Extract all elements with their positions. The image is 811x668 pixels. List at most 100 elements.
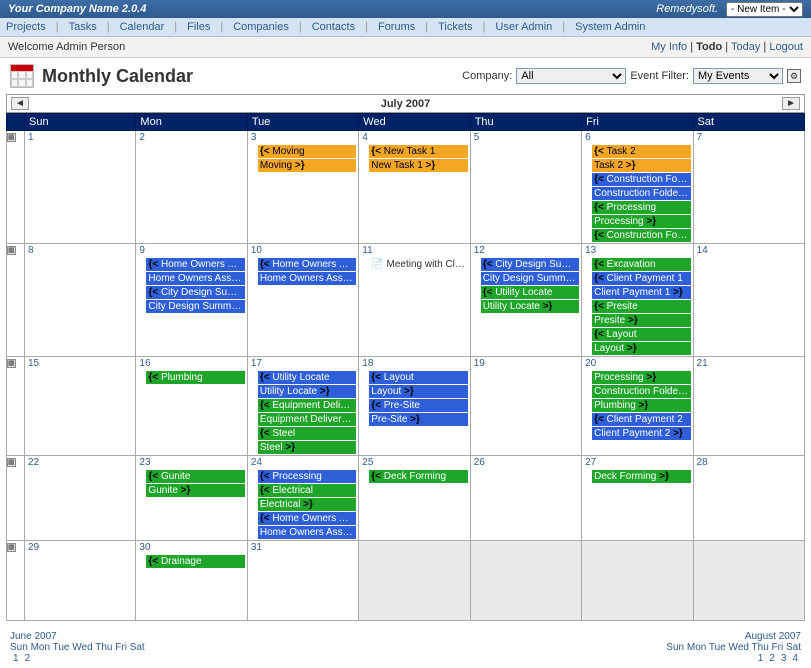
event-item[interactable]: Construction Folder xyxy=(592,385,690,398)
event-item[interactable]: Home Owners Associat... xyxy=(146,272,244,285)
event-item[interactable]: Utility Locate xyxy=(481,300,579,313)
event-item[interactable]: Excavation xyxy=(592,258,690,271)
day-cell[interactable]: 1 xyxy=(25,131,136,244)
link-myinfo[interactable]: My Info xyxy=(651,41,687,53)
day-cell[interactable]: 20ProcessingConstruction FolderPlumbingC… xyxy=(582,357,693,456)
day-cell[interactable]: 6Task 2Task 2Construction FolderConstruc… xyxy=(582,131,693,244)
event-item[interactable]: Processing xyxy=(592,371,690,384)
next-month-button[interactable]: ► xyxy=(782,97,800,110)
day-cell[interactable]: 28 xyxy=(693,456,804,541)
day-number[interactable]: 19 xyxy=(471,357,581,370)
event-item[interactable]: Layout xyxy=(369,371,467,384)
day-number[interactable]: 14 xyxy=(694,244,804,257)
day-number[interactable]: 8 xyxy=(25,244,135,257)
day-number[interactable]: 17 xyxy=(248,357,358,370)
event-item[interactable]: Client Payment 1 xyxy=(592,272,690,285)
day-number[interactable]: 25 xyxy=(359,456,469,469)
mini-prev[interactable]: June 2007 Sun Mon Tue Wed Thu Fri Sat 12 xyxy=(10,631,145,664)
event-item[interactable]: Client Payment 2 xyxy=(592,427,690,440)
event-item[interactable]: City Design Summitta... xyxy=(146,300,244,313)
week-handle-icon[interactable]: ▦ xyxy=(7,458,16,467)
menu-user-admin[interactable]: User Admin xyxy=(495,21,552,33)
menu-forums[interactable]: Forums xyxy=(378,21,415,33)
day-cell[interactable]: 5 xyxy=(470,131,581,244)
day-number[interactable]: 9 xyxy=(136,244,246,257)
day-number[interactable]: 13 xyxy=(582,244,692,257)
week-handle-icon[interactable]: ▦ xyxy=(7,133,16,142)
event-item[interactable]: Construction Folder xyxy=(592,187,690,200)
event-item[interactable]: Construction Folder xyxy=(592,173,690,186)
mini-day[interactable]: 1 xyxy=(13,653,19,664)
week-handle-icon[interactable]: ▦ xyxy=(7,359,16,368)
gear-icon[interactable]: ⚙ xyxy=(787,69,801,83)
menu-contacts[interactable]: Contacts xyxy=(312,21,355,33)
day-cell[interactable] xyxy=(582,541,693,621)
event-item[interactable]: Deck Forming xyxy=(369,470,467,483)
day-cell[interactable]: 21 xyxy=(693,357,804,456)
event-item[interactable]: Steel xyxy=(258,441,356,454)
day-number[interactable]: 7 xyxy=(694,131,804,144)
day-cell[interactable]: 9Home Owners Associati...Home Owners Ass… xyxy=(136,244,247,357)
event-item[interactable]: Utility Locate xyxy=(258,385,356,398)
day-number[interactable]: 2 xyxy=(136,131,246,144)
menu-system-admin[interactable]: System Admin xyxy=(575,21,645,33)
week-handle-icon[interactable]: ▦ xyxy=(7,246,16,255)
event-item[interactable]: 📄 Meeting with Client xyxy=(369,258,467,271)
day-cell[interactable]: 30Drainage xyxy=(136,541,247,621)
event-item[interactable]: Drainage xyxy=(146,555,244,568)
mini-day[interactable]: 3 xyxy=(781,653,787,664)
prev-month-button[interactable]: ◄ xyxy=(11,97,29,110)
day-number[interactable]: 15 xyxy=(25,357,135,370)
day-cell[interactable]: 19 xyxy=(470,357,581,456)
event-item[interactable]: Utility Locate xyxy=(258,371,356,384)
link-todo[interactable]: Todo xyxy=(696,41,722,53)
event-item[interactable]: Construction Folder xyxy=(592,229,690,242)
day-number[interactable]: 6 xyxy=(582,131,692,144)
day-cell[interactable]: 3MovingMoving xyxy=(247,131,358,244)
day-number[interactable]: 24 xyxy=(248,456,358,469)
event-item[interactable]: Equipment Delivery xyxy=(258,413,356,426)
event-item[interactable]: City Design Summitta... xyxy=(481,258,579,271)
mini-day[interactable]: 2 xyxy=(769,653,775,664)
event-item[interactable]: Layout xyxy=(592,342,690,355)
event-item[interactable]: Plumbing xyxy=(592,399,690,412)
event-item[interactable]: Steel xyxy=(258,427,356,440)
mini-next[interactable]: August 2007 Sun Mon Tue Wed Thu Fri Sat … xyxy=(666,631,801,664)
event-item[interactable]: Equipment Delivery xyxy=(258,399,356,412)
day-cell[interactable]: 17Utility LocateUtility LocateEquipment … xyxy=(247,357,358,456)
day-number[interactable]: 28 xyxy=(694,456,804,469)
event-item[interactable]: Presite xyxy=(592,300,690,313)
day-cell[interactable]: 8 xyxy=(25,244,136,357)
menu-tickets[interactable]: Tickets xyxy=(438,21,472,33)
day-cell[interactable]: 7 xyxy=(693,131,804,244)
event-item[interactable]: City Design Summitta... xyxy=(146,286,244,299)
day-cell[interactable]: 12City Design Summitta...City Design Sum… xyxy=(470,244,581,357)
event-item[interactable]: Pre-Site xyxy=(369,399,467,412)
event-item[interactable]: Client Payment 2 xyxy=(592,413,690,426)
event-item[interactable]: Home Owners Associat... xyxy=(258,272,356,285)
event-item[interactable]: Home Owners Associat... xyxy=(258,526,356,539)
day-cell[interactable]: 23GuniteGunite xyxy=(136,456,247,541)
menu-companies[interactable]: Companies xyxy=(233,21,289,33)
day-cell[interactable]: 16Plumbing xyxy=(136,357,247,456)
event-item[interactable]: Processing xyxy=(592,201,690,214)
event-item[interactable]: Gunite xyxy=(146,484,244,497)
event-item[interactable]: Deck Forming xyxy=(592,470,690,483)
week-handle-icon[interactable]: ▦ xyxy=(7,543,16,552)
day-number[interactable]: 18 xyxy=(359,357,469,370)
day-number[interactable]: 5 xyxy=(471,131,581,144)
day-number[interactable]: 22 xyxy=(25,456,135,469)
event-item[interactable]: Processing xyxy=(592,215,690,228)
event-item[interactable]: Pre-Site xyxy=(369,413,467,426)
eventfilter-select[interactable]: My Events xyxy=(693,68,783,84)
day-cell[interactable]: 4New Task 1New Task 1 xyxy=(359,131,470,244)
menu-files[interactable]: Files xyxy=(187,21,210,33)
day-cell[interactable]: 24ProcessingElectricalElectricalHome Own… xyxy=(247,456,358,541)
day-cell[interactable] xyxy=(359,541,470,621)
day-cell[interactable]: 13ExcavationClient Payment 1Client Payme… xyxy=(582,244,693,357)
mini-day[interactable]: 4 xyxy=(792,653,798,664)
event-item[interactable]: Home Owners Associati... xyxy=(146,258,244,271)
day-cell[interactable]: 31 xyxy=(247,541,358,621)
new-item-dropdown[interactable]: - New Item - xyxy=(726,2,803,17)
event-item[interactable]: City Design Summitta... xyxy=(481,272,579,285)
